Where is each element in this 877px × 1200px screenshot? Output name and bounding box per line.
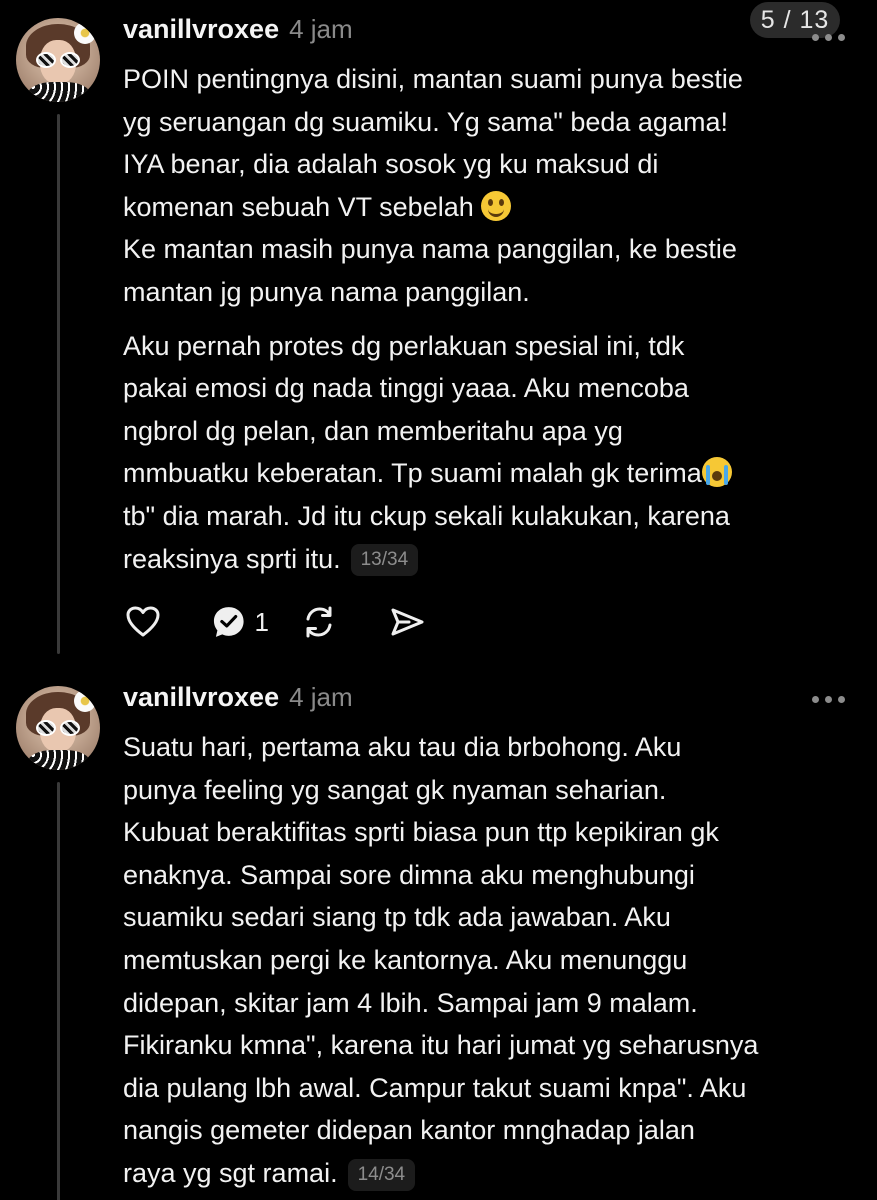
text-line: Fikiranku kmna", karena itu hari jumat y… — [123, 1030, 759, 1061]
text-line: suamiku sedari siang tp tdk ada jawaban.… — [123, 902, 671, 933]
comment-icon — [213, 607, 244, 637]
text-line-content: raya yg sgt ramai. — [123, 1157, 338, 1188]
thread-line — [57, 114, 60, 654]
thread-counter: 14/34 — [347, 1158, 416, 1191]
repost-icon — [306, 606, 332, 638]
text-line-content: komenan sebuah VT sebelah — [123, 191, 474, 222]
action-bar: 1 — [123, 600, 427, 644]
text-line: didepan, skitar jam 4 lbih. Sampai jam 9… — [123, 987, 698, 1018]
post-header: vanillvroxee 4 jam — [123, 14, 353, 45]
post: vanillvroxee 4 jam Suatu hari, pertama a… — [0, 670, 877, 1200]
text-line: Ke mantan masih punya nama panggilan, ke… — [123, 234, 737, 265]
text-line: tb" dia marah. Jd itu ckup sekali kulaku… — [123, 500, 730, 531]
send-icon — [391, 608, 424, 636]
text-line-content: mmbuatku keberatan. Tp suami malah gk te… — [123, 458, 702, 489]
text-line: Aku pernah protes dg perlakuan spesial i… — [123, 330, 685, 361]
text-line: yg seruangan dg suamiku. Yg sama" beda a… — [123, 106, 728, 137]
text-line: ngbrol dg pelan, dan memberitahu apa yg — [123, 415, 623, 446]
text-line-content: reaksinya sprti itu. — [123, 543, 341, 574]
smiling-face-emoji-icon — [481, 190, 512, 221]
text-line: raya yg sgt ramai. 14/34 — [123, 1152, 863, 1195]
text-line: Kubuat beraktifitas sprti biasa pun ttp … — [123, 817, 719, 848]
text-line: pakai emosi dg nada tinggi yaaa. Aku men… — [123, 373, 689, 404]
post-text: POIN pentingnya disini, mantan suami pun… — [123, 58, 863, 580]
timestamp: 4 jam — [289, 14, 353, 44]
text-line: punya feeling yg sangat gk nyaman sehari… — [123, 774, 667, 805]
text-line: memtuskan pergi ke kantornya. Aku menung… — [123, 944, 688, 975]
text-line: mantan jg punya nama panggilan. — [123, 276, 530, 307]
avatar[interactable] — [16, 18, 100, 102]
username[interactable]: vanillvroxee — [123, 14, 279, 45]
post-header: vanillvroxee 4 jam — [123, 682, 353, 713]
crying-face-emoji-icon — [701, 457, 732, 488]
reply-count: 1 — [254, 606, 269, 637]
timestamp: 4 jam — [289, 682, 353, 712]
text-line: reaksinya sprti itu. 13/34 — [123, 538, 863, 581]
text-line: enaknya. Sampai sore dimna aku menghubun… — [123, 859, 695, 890]
text-line: nangis gemeter didepan kantor mnghadap j… — [123, 1115, 695, 1146]
post-text: Suatu hari, pertama aku tau dia brbohong… — [123, 726, 863, 1195]
more-dots-icon[interactable] — [812, 696, 845, 703]
text-line: mmbuatku keberatan. Tp suami malah gk te… — [123, 452, 863, 495]
text-line: Suatu hari, pertama aku tau dia brbohong… — [123, 732, 682, 762]
post: vanillvroxee 4 jam POIN pentingnya disin… — [0, 0, 877, 670]
text-line: komenan sebuah VT sebelah — [123, 186, 863, 229]
username[interactable]: vanillvroxee — [123, 682, 279, 713]
thread-counter: 13/34 — [350, 544, 419, 577]
avatar[interactable] — [16, 686, 100, 770]
text-line: IYA benar, dia adalah sosok yg ku maksud… — [123, 149, 659, 180]
repost-button[interactable] — [299, 600, 339, 644]
like-button[interactable] — [123, 600, 163, 644]
reply-button[interactable]: 1 — [209, 600, 269, 644]
share-button[interactable] — [387, 600, 427, 644]
thread-line — [57, 782, 60, 1200]
text-line: POIN pentingnya disini, mantan suami pun… — [123, 64, 743, 94]
more-dots-icon[interactable] — [812, 34, 845, 41]
heart-icon — [126, 606, 160, 637]
text-line: dia pulang lbh awal. Campur takut suami … — [123, 1072, 747, 1103]
